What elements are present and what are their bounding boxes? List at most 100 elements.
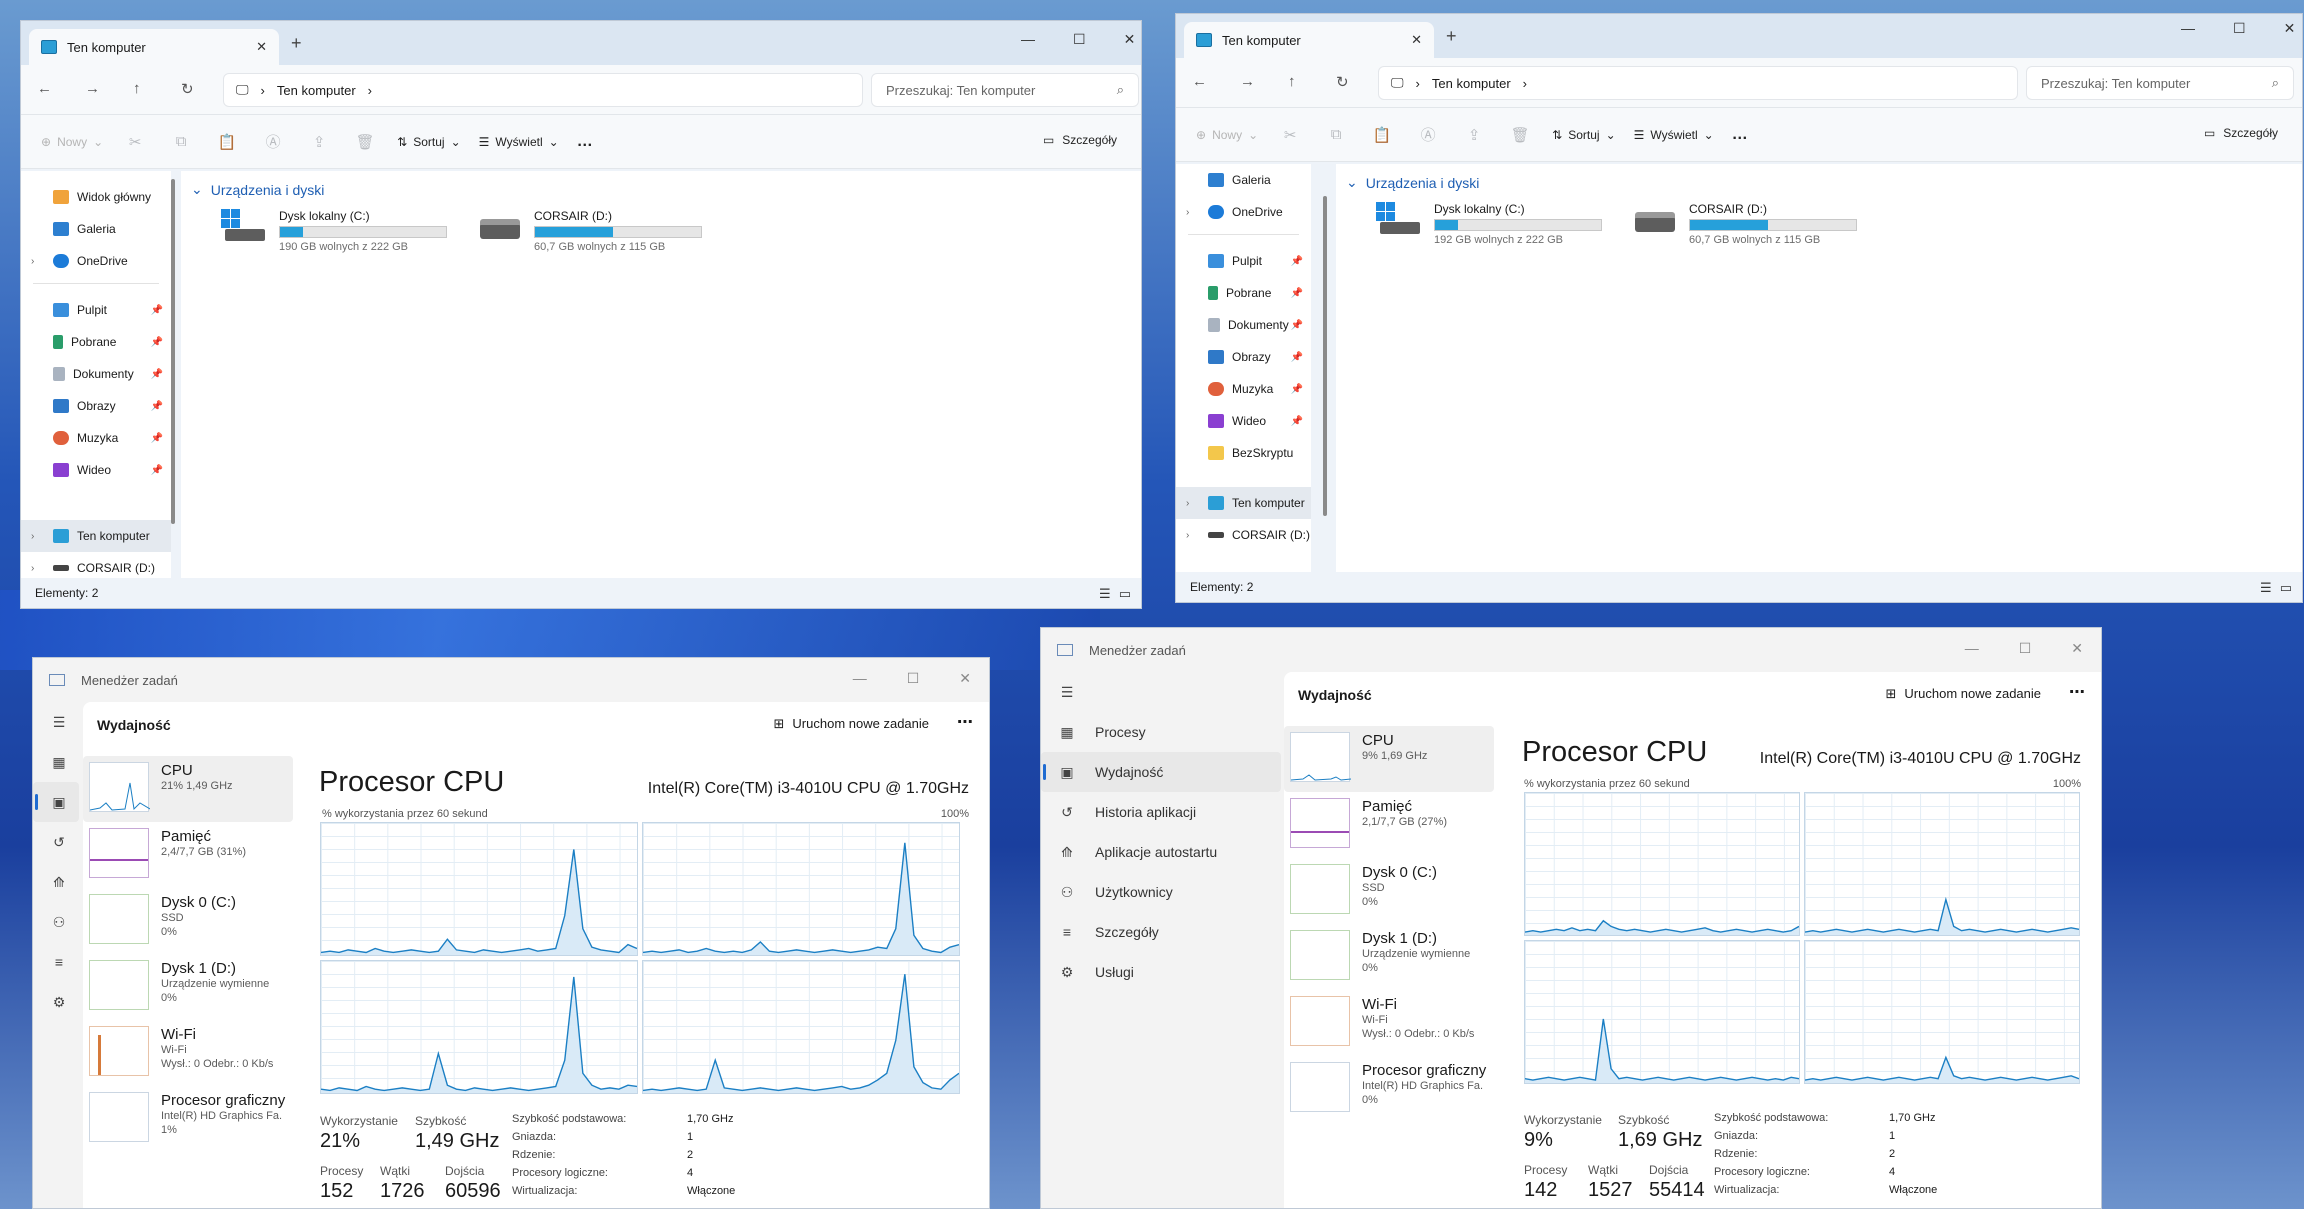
- resource-cpu[interactable]: CPU 9% 1,69 GHz: [1284, 726, 1494, 792]
- sidebar-item-onedrive[interactable]: › OneDrive: [21, 245, 171, 277]
- sidebar-item-desktop[interactable]: Pulpit 📌: [1176, 245, 1311, 277]
- chevron-right-icon[interactable]: ›: [1186, 498, 1189, 509]
- close-button[interactable]: ✕: [1124, 31, 1136, 48]
- chevron-right-icon[interactable]: ›: [1186, 207, 1189, 218]
- nav-details[interactable]: ≡ Szczegóły: [1041, 912, 1281, 952]
- drive-tile-d[interactable]: CORSAIR (D:) 60,7 GB wolnych z 115 GB: [476, 209, 702, 253]
- close-button[interactable]: ✕: [959, 670, 971, 687]
- breadcrumb[interactable]: Ten komputer: [1432, 76, 1511, 91]
- close-tab-icon[interactable]: ✕: [1411, 32, 1422, 48]
- forward-icon[interactable]: →: [1240, 73, 1255, 90]
- breadcrumb[interactable]: Ten komputer: [277, 83, 356, 98]
- back-icon[interactable]: ←: [37, 80, 52, 97]
- sidebar-item-onedrive[interactable]: › OneDrive: [1176, 196, 1311, 228]
- sidebar-item-music[interactable]: Muzyka 📌: [21, 422, 171, 454]
- nav-processes[interactable]: ▦ Procesy: [1041, 712, 1281, 752]
- sidebar-item-home[interactable]: Widok główny: [21, 181, 171, 213]
- pin-icon[interactable]: 📌: [1291, 384, 1303, 395]
- sidebar-item-music[interactable]: Muzyka 📌: [1176, 373, 1311, 405]
- up-icon[interactable]: ↑: [133, 80, 141, 97]
- sidebar-scrollbar[interactable]: [1323, 196, 1327, 516]
- explorer-tab[interactable]: Ten komputer ✕: [1184, 22, 1434, 58]
- new-button[interactable]: ⊕ Nowy ⌄: [41, 135, 103, 149]
- chevron-right-icon[interactable]: ›: [31, 563, 34, 574]
- close-tab-icon[interactable]: ✕: [256, 39, 267, 55]
- sidebar-item-videos[interactable]: Wideo 📌: [1176, 405, 1311, 437]
- paste-icon[interactable]: 📋: [213, 133, 241, 151]
- pin-icon[interactable]: 📌: [151, 305, 163, 316]
- pin-icon[interactable]: 📌: [1291, 416, 1303, 427]
- pin-icon[interactable]: 📌: [1291, 256, 1303, 267]
- maximize-button[interactable]: ☐: [1073, 31, 1086, 48]
- title-bar[interactable]: Menedżer zadań — ☐ ✕: [33, 658, 989, 702]
- minimize-button[interactable]: —: [1965, 640, 1979, 657]
- delete-icon[interactable]: 🗑: [351, 133, 379, 151]
- nav-users[interactable]: ⚇: [33, 902, 79, 942]
- resource-disk-1[interactable]: Dysk 1 (D:) Urządzenie wymienne 0%: [1284, 924, 1494, 990]
- nav-services[interactable]: ⚙: [33, 982, 79, 1022]
- list-view-icon[interactable]: ☰: [2260, 580, 2272, 596]
- search-input[interactable]: Przeszukaj: Ten komputer ⌕: [2026, 66, 2294, 100]
- sidebar-item-gallery[interactable]: Galeria: [21, 213, 171, 245]
- explorer-tab[interactable]: Ten komputer ✕: [29, 29, 279, 65]
- list-view-icon[interactable]: ☰: [1099, 586, 1111, 602]
- chevron-right-icon[interactable]: ›: [31, 531, 34, 542]
- pin-icon[interactable]: 📌: [151, 337, 163, 348]
- sidebar-item-corsair[interactable]: › CORSAIR (D:): [21, 552, 171, 584]
- close-button[interactable]: ✕: [2284, 20, 2296, 37]
- maximize-button[interactable]: ☐: [907, 670, 920, 687]
- pin-icon[interactable]: 📌: [1291, 320, 1303, 331]
- drive-tile-c[interactable]: Dysk lokalny (C:) 192 GB wolnych z 222 G…: [1376, 202, 1602, 246]
- new-tab-button[interactable]: +: [1446, 26, 1457, 47]
- maximize-button[interactable]: ☐: [2233, 20, 2246, 37]
- minimize-button[interactable]: —: [1021, 31, 1035, 48]
- cut-icon[interactable]: ✂: [1276, 126, 1304, 144]
- paste-icon[interactable]: 📋: [1368, 126, 1396, 144]
- search-input[interactable]: Przeszukaj: Ten komputer ⌕: [871, 73, 1139, 107]
- title-bar[interactable]: Menedżer zadań — ☐ ✕: [1041, 628, 2101, 672]
- nav-processes[interactable]: ▦: [33, 742, 79, 782]
- up-icon[interactable]: ↑: [1288, 73, 1296, 90]
- pin-icon[interactable]: 📌: [151, 401, 163, 412]
- sidebar-item-pictures[interactable]: Obrazy 📌: [21, 390, 171, 422]
- pin-icon[interactable]: 📌: [151, 465, 163, 476]
- pin-icon[interactable]: 📌: [1291, 288, 1303, 299]
- sidebar-item-corsair[interactable]: › CORSAIR (D:): [1176, 519, 1311, 551]
- cut-icon[interactable]: ✂: [121, 133, 149, 151]
- nav-app-history[interactable]: ↺ Historia aplikacji: [1041, 792, 1281, 832]
- sidebar-item-bezskryptu[interactable]: BezSkryptu: [1176, 437, 1311, 469]
- more-options-button[interactable]: ⋯: [2069, 682, 2085, 702]
- title-bar[interactable]: Ten komputer ✕ + — ☐ ✕: [21, 21, 1141, 65]
- nav-details[interactable]: ≡: [33, 942, 79, 982]
- pin-icon[interactable]: 📌: [151, 433, 163, 444]
- nav-users[interactable]: ⚇ Użytkownicy: [1041, 872, 1281, 912]
- address-bar[interactable]: 🖵 › Ten komputer ›: [1378, 66, 2018, 100]
- resource-gpu[interactable]: Procesor graficzny Intel(R) HD Graphics F…: [83, 1086, 293, 1152]
- resource-disk-0[interactable]: Dysk 0 (C:) SSD 0%: [83, 888, 293, 954]
- resource-wifi[interactable]: Wi-Fi Wi-Fi Wysł.: 0 Odebr.: 0 Kb/s: [1284, 990, 1494, 1056]
- sidebar-item-this-pc[interactable]: › Ten komputer: [21, 520, 171, 552]
- close-button[interactable]: ✕: [2071, 640, 2083, 657]
- sort-button[interactable]: ⇅ Sortuj ⌄: [397, 135, 460, 149]
- resource-disk-0[interactable]: Dysk 0 (C:) SSD 0%: [1284, 858, 1494, 924]
- resource-memory[interactable]: Pamięć 2,4/7,7 GB (31%): [83, 822, 293, 888]
- sidebar-item-videos[interactable]: Wideo 📌: [21, 454, 171, 486]
- delete-icon[interactable]: 🗑: [1506, 126, 1534, 144]
- view-button[interactable]: ☰ Wyświetl ⌄: [1634, 128, 1714, 142]
- details-button[interactable]: ▭ Szczegóły: [1043, 133, 1117, 147]
- new-tab-button[interactable]: +: [291, 33, 302, 54]
- hamburger-menu-button[interactable]: ☰: [1041, 672, 1281, 712]
- sidebar-item-pictures[interactable]: Obrazy 📌: [1176, 341, 1311, 373]
- minimize-button[interactable]: —: [853, 670, 867, 687]
- nav-startup-apps[interactable]: ⟰: [33, 862, 79, 902]
- title-bar[interactable]: Ten komputer ✕ + — ☐ ✕: [1176, 14, 2302, 58]
- back-icon[interactable]: ←: [1192, 73, 1207, 90]
- chevron-right-icon[interactable]: ›: [31, 256, 34, 267]
- share-icon[interactable]: ⇪: [1460, 126, 1488, 144]
- nav-performance[interactable]: ▣: [33, 782, 79, 822]
- group-header[interactable]: ⌄ Urządzenia i dyski: [191, 181, 324, 198]
- pin-icon[interactable]: 📌: [1291, 352, 1303, 363]
- run-new-task-button[interactable]: ⊞ Uruchom nowe zadanie: [1886, 686, 2041, 702]
- tiles-view-icon[interactable]: ▭: [1119, 586, 1131, 602]
- sidebar-item-desktop[interactable]: Pulpit 📌: [21, 294, 171, 326]
